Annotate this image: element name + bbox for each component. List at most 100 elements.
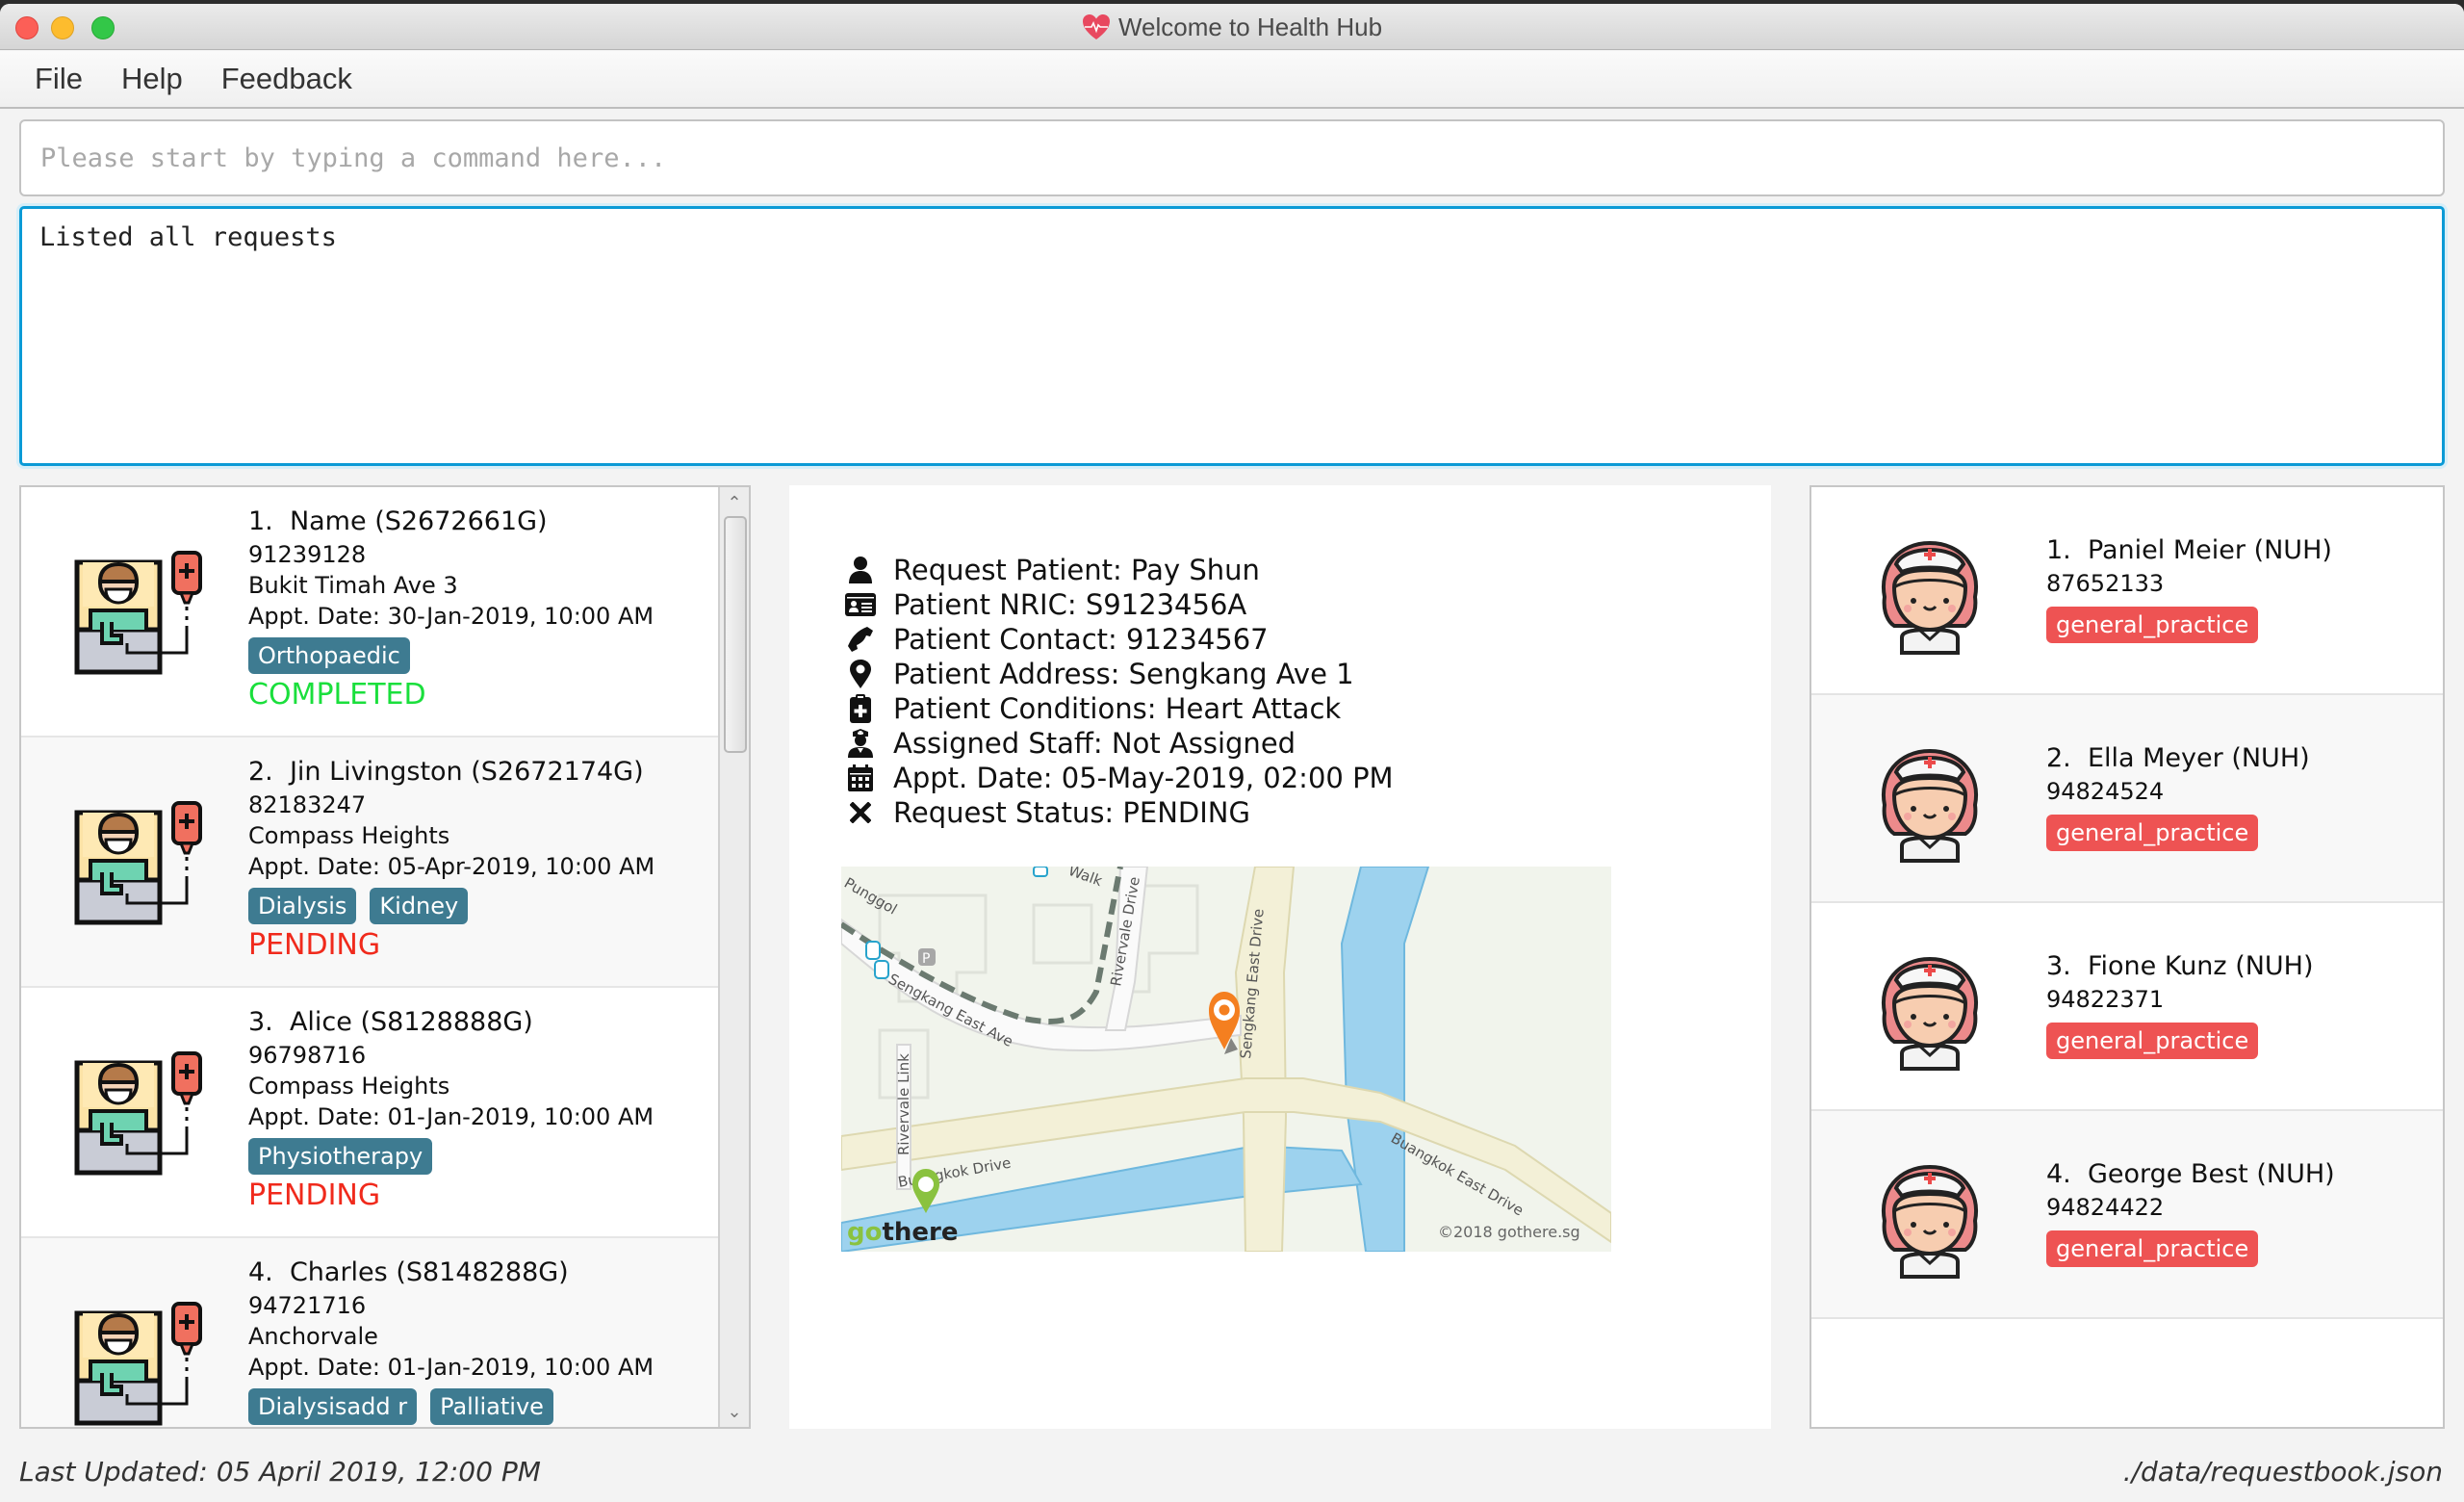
detail-patient-name: Request Patient: Pay Shun — [841, 553, 1394, 587]
request-info: 1. Name (S2672661G) 91239128 Bukit Timah… — [248, 505, 654, 714]
staff-hospital: (NUH) — [2256, 1159, 2335, 1189]
request-status: COMPLETED — [248, 678, 426, 712]
condition-tag: Dialysis — [248, 888, 357, 924]
menu-help[interactable]: Help — [121, 62, 183, 96]
request-info: 3. Alice (S8128888G) 96798716 Compass He… — [248, 1005, 654, 1215]
request-list[interactable]: 1. Name (S2672661G) 91239128 Bukit Timah… — [21, 487, 720, 1427]
request-status: PENDING — [248, 928, 381, 962]
request-status: PENDING — [248, 1178, 381, 1212]
id-card-icon — [841, 592, 880, 617]
window-title: Welcome to Health Hub — [0, 4, 2464, 50]
detail-assigned-staff: Assigned Staff: Not Assigned — [841, 726, 1394, 761]
menu-feedback[interactable]: Feedback — [221, 62, 352, 96]
condition-tag: Kidney — [370, 888, 469, 924]
staff-card[interactable]: 4. George Best (NUH) 94824422 general_pr… — [1811, 1111, 2443, 1319]
request-patient-nric: (S2672174G) — [471, 757, 644, 787]
request-patient-name: 3. Alice (S8128888G) — [248, 1007, 533, 1037]
save-location-status: ./data/requestbook.json — [2122, 1456, 2443, 1488]
request-card[interactable]: 4. Charles (S8148288G) 94721716 Anchorva… — [21, 1238, 720, 1427]
staff-info: 4. George Best (NUH) 94824422 general_pr… — [2046, 1157, 2335, 1267]
patient-bed-icon — [73, 797, 206, 926]
nurse-avatar-icon — [1869, 945, 1990, 1071]
detail-patient-address: Patient Address: Sengkang Ave 1 — [841, 657, 1394, 691]
request-patient-name: 1. Name (S2672661G) — [248, 506, 548, 536]
staff-hospital: (NUH) — [2235, 951, 2314, 981]
patient-bed-icon — [73, 1048, 206, 1177]
staff-hospital: (NUH) — [2253, 535, 2332, 565]
request-card[interactable]: 3. Alice (S8128888G) 96798716 Compass He… — [21, 988, 720, 1238]
menu-file[interactable]: File — [35, 62, 83, 96]
condition-tag: Orthopaedic — [248, 637, 410, 674]
request-info: 4. Charles (S8148288G) 94721716 Anchorva… — [248, 1256, 654, 1427]
request-tags: Orthopaedic — [248, 637, 654, 674]
result-display[interactable]: Listed all requests — [19, 206, 2445, 466]
staff-phone: 87652133 — [2046, 570, 2165, 597]
calendar-icon — [841, 764, 880, 792]
scroll-up-arrow-icon[interactable]: ⌃ — [720, 489, 749, 516]
detail-patient-contact: Patient Contact: 91234567 — [841, 622, 1394, 657]
detail-appointment-date: Appt. Date: 05-May-2019, 02:00 PM — [841, 761, 1394, 795]
request-patient-nric: (S8128888G) — [360, 1007, 533, 1037]
request-phone: 96798716 — [248, 1042, 367, 1069]
menu-bar: File Help Feedback — [0, 51, 2464, 109]
request-address: Compass Heights — [248, 822, 450, 849]
nurse-avatar-icon — [1869, 738, 1990, 863]
patient-bed-icon — [73, 547, 206, 676]
condition-tag: Palliative — [430, 1388, 553, 1425]
command-input[interactable] — [19, 119, 2445, 196]
request-list-panel: 1. Name (S2672661G) 91239128 Bukit Timah… — [19, 485, 751, 1429]
request-card[interactable]: 2. Jin Livingston (S2672174G) 82183247 C… — [21, 738, 720, 988]
staff-name: 4. George Best (NUH) — [2046, 1159, 2335, 1189]
request-phone: 82183247 — [248, 791, 367, 818]
request-phone: 91239128 — [248, 541, 367, 568]
nurse-avatar-icon — [1869, 1153, 1990, 1279]
staff-card[interactable]: 1. Paniel Meier (NUH) 87652133 general_p… — [1811, 487, 2443, 695]
staff-name: 2. Ella Meyer (NUH) — [2046, 743, 2310, 773]
specialisation-tag: general_practice — [2046, 1230, 2259, 1267]
nurse-icon — [841, 728, 880, 759]
window-title-text: Welcome to Health Hub — [1117, 12, 1383, 41]
staff-phone: 94824524 — [2046, 778, 2165, 805]
staff-hospital: (NUH) — [2231, 743, 2310, 773]
patient-bed-icon — [73, 1298, 206, 1427]
staff-card[interactable]: 2. Ella Meyer (NUH) 94824524 general_pra… — [1811, 695, 2443, 903]
request-card[interactable]: 1. Name (S2672661G) 91239128 Bukit Timah… — [21, 487, 720, 738]
heart-pulse-icon — [1082, 14, 1110, 39]
scrollbar-thumb[interactable] — [724, 516, 747, 753]
request-patient-name: 4. Charles (S8148288G) — [248, 1257, 569, 1287]
phone-icon — [841, 625, 880, 654]
scroll-down-arrow-icon[interactable]: ⌄ — [720, 1398, 749, 1425]
staff-name: 3. Fione Kunz (NUH) — [2046, 951, 2314, 981]
staff-phone: 94824422 — [2046, 1194, 2165, 1221]
user-icon — [841, 556, 880, 584]
request-patient-nric: (S2672661G) — [374, 506, 548, 536]
specialisation-tag: general_practice — [2046, 607, 2259, 643]
staff-info: 2. Ella Meyer (NUH) 94824524 general_pra… — [2046, 741, 2310, 851]
staff-list-panel[interactable]: 1. Paniel Meier (NUH) 87652133 general_p… — [1810, 485, 2445, 1429]
request-tags: Physiotherapy — [248, 1138, 654, 1175]
last-updated-status: Last Updated: 05 April 2019, 12:00 PM — [19, 1456, 541, 1488]
medical-clipboard-icon — [841, 693, 880, 724]
gothere-logo: gothere — [847, 1218, 959, 1247]
request-appointment-date: Appt. Date: 01-Jan-2019, 10:00 AM — [248, 1354, 654, 1381]
request-phone: 94721716 — [248, 1292, 367, 1319]
request-appointment-date: Appt. Date: 30-Jan-2019, 10:00 AM — [248, 603, 654, 630]
request-detail-panel: Request Patient: Pay Shun Patient NRIC: … — [789, 485, 1771, 1429]
request-appointment-date: Appt. Date: 01-Jan-2019, 10:00 AM — [248, 1103, 654, 1130]
staff-name: 1. Paniel Meier (NUH) — [2046, 535, 2332, 565]
patient-location-map[interactable]: P Sengkang East Ave Sengkang East Drive … — [841, 867, 1611, 1252]
request-tags: Dialysisadd r Palliative — [248, 1388, 654, 1425]
nurse-avatar-icon — [1869, 530, 1990, 655]
detail-request-status: Request Status: PENDING — [841, 795, 1394, 830]
map-label-rivervale-link: Rivervale Link — [895, 1053, 912, 1155]
app-window: Welcome to Health Hub File Help Feedback… — [0, 4, 2464, 1502]
staff-info: 3. Fione Kunz (NUH) 94822371 general_pra… — [2046, 949, 2314, 1059]
specialisation-tag: general_practice — [2046, 815, 2259, 851]
request-list-scrollbar[interactable]: ⌃ ⌄ — [718, 487, 749, 1427]
request-detail-info: Request Patient: Pay Shun Patient NRIC: … — [841, 553, 1394, 830]
staff-card[interactable]: 3. Fione Kunz (NUH) 94822371 general_pra… — [1811, 903, 2443, 1111]
svg-text:P: P — [922, 951, 930, 967]
condition-tag: Dialysisadd r — [248, 1388, 418, 1425]
detail-patient-nric: Patient NRIC: S9123456A — [841, 587, 1394, 622]
staff-info: 1. Paniel Meier (NUH) 87652133 general_p… — [2046, 533, 2332, 643]
